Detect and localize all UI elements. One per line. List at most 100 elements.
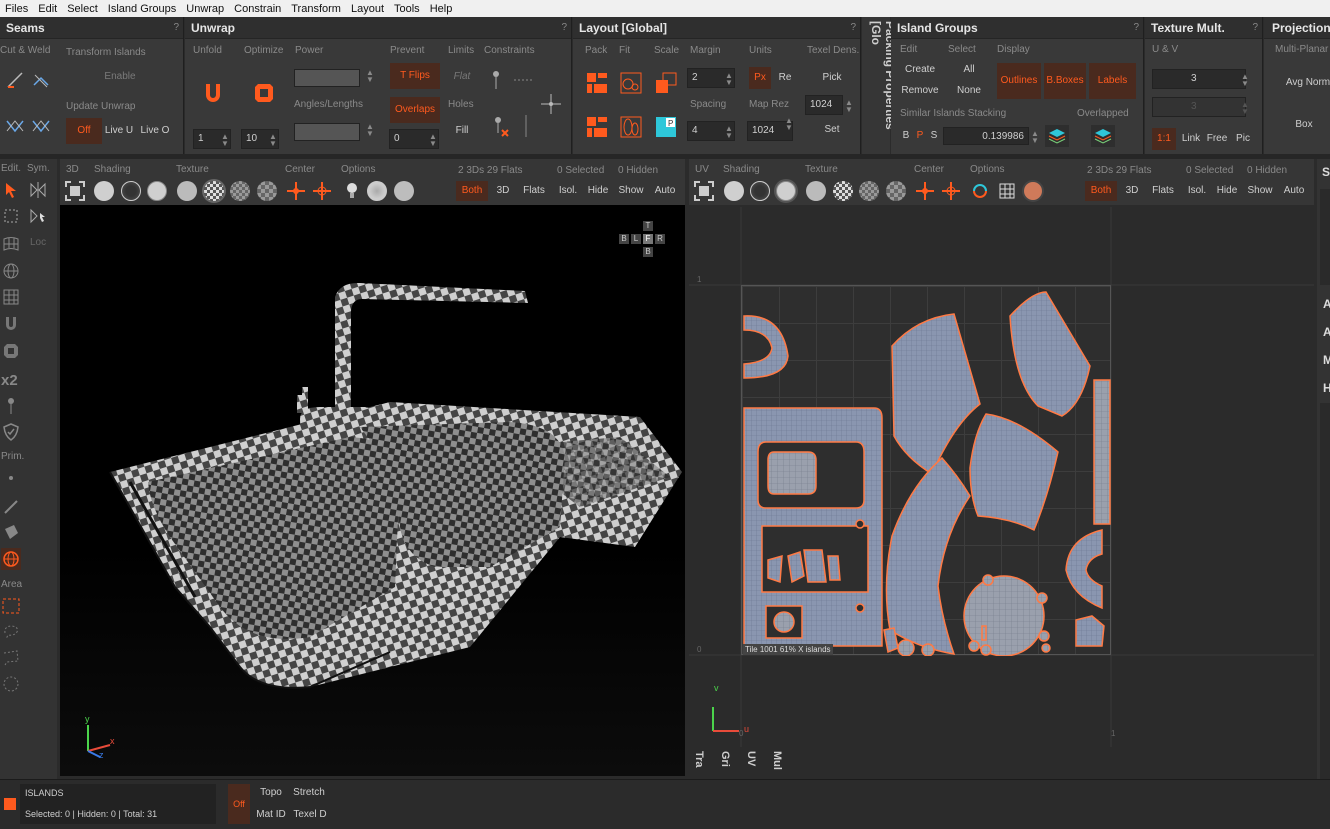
spinner-icon[interactable]: ▲ ▼: [785, 117, 793, 132]
edge-constraint-icon[interactable]: [511, 73, 537, 87]
rect-select-icon[interactable]: [1, 595, 21, 617]
grid-icon[interactable]: [1, 286, 21, 308]
unfold-icon[interactable]: [199, 79, 227, 107]
menu-select[interactable]: Select: [62, 3, 103, 15]
isolate-button[interactable]: Isol.: [556, 181, 580, 201]
view-flats-button[interactable]: Flats: [1149, 181, 1177, 201]
shading-wire-icon[interactable]: [750, 181, 770, 201]
select-all-button[interactable]: All: [949, 60, 989, 80]
fill-button[interactable]: Fill: [445, 121, 479, 141]
live-u-button[interactable]: Live U: [104, 121, 134, 141]
outlines-toggle[interactable]: Outlines: [997, 63, 1041, 99]
menu-transform[interactable]: Transform: [286, 3, 346, 15]
lasso-icon[interactable]: [1, 621, 21, 643]
spinner-icon[interactable]: ▲ ▼: [725, 125, 733, 140]
help-icon[interactable]: ?: [1252, 17, 1258, 39]
view-flats-button[interactable]: Flats: [520, 181, 548, 201]
sphere-grid-icon[interactable]: [1, 260, 21, 282]
topo-button[interactable]: Topo: [256, 786, 286, 800]
help-icon[interactable]: ?: [561, 17, 567, 39]
texel-density-field[interactable]: 1024: [805, 95, 843, 115]
menu-edit[interactable]: Edit: [33, 3, 62, 15]
center-selection-icon[interactable]: [941, 181, 961, 201]
unfold-tool-icon[interactable]: [1, 313, 21, 335]
menu-layout[interactable]: Layout: [346, 3, 389, 15]
options-ball-icon[interactable]: [394, 181, 414, 201]
center-icon[interactable]: [286, 181, 306, 201]
optimize-tool-icon[interactable]: [1, 340, 21, 362]
view-3d-button[interactable]: 3D: [1121, 181, 1143, 201]
overlaps-button[interactable]: Overlaps: [390, 97, 440, 123]
spinner-icon[interactable]: ▲ ▼: [366, 69, 374, 84]
tab-tra[interactable]: Tra: [693, 751, 705, 768]
texture-checker-icon[interactable]: [833, 181, 853, 201]
shield-icon[interactable]: [1, 421, 21, 443]
b-button[interactable]: B: [901, 126, 911, 146]
help-icon[interactable]: ?: [173, 17, 179, 39]
px-units-button[interactable]: Px: [749, 67, 771, 89]
select-arrow-icon[interactable]: [1, 179, 21, 201]
isolate-button[interactable]: Isol.: [1185, 181, 1209, 201]
menu-constrain[interactable]: Constrain: [229, 3, 286, 15]
t-flips-button[interactable]: T Flips: [390, 63, 440, 89]
viewport-3d-canvas[interactable]: T B L F R B y x z: [60, 207, 685, 776]
auto-button[interactable]: Auto: [1279, 181, 1309, 201]
hide-button[interactable]: Hide: [586, 181, 610, 201]
pin-icon[interactable]: [488, 69, 504, 91]
cut-icon[interactable]: [4, 69, 26, 91]
show-button[interactable]: Show: [1245, 181, 1275, 201]
view-3d-button[interactable]: 3D: [492, 181, 514, 201]
background-color-icon[interactable]: [1022, 180, 1044, 202]
uv-islands[interactable]: [742, 286, 1112, 656]
spinner-icon[interactable]: ▲ ▼: [845, 99, 853, 114]
spinner-icon[interactable]: ▲ ▼: [1241, 101, 1249, 116]
tab-uv-settings[interactable]: UV: [745, 751, 757, 766]
weld-icon[interactable]: [30, 69, 52, 91]
sink-model[interactable]: [60, 207, 685, 776]
spinner-icon[interactable]: ▲ ▼: [725, 72, 733, 87]
island-prim-icon[interactable]: [1, 548, 21, 570]
spinner-icon[interactable]: ▲ ▼: [429, 133, 437, 148]
pin-tool-icon[interactable]: [1, 395, 21, 417]
seam-tool2-icon[interactable]: [30, 115, 52, 137]
symmetry-move-icon[interactable]: [28, 205, 48, 227]
polygon-prim-icon[interactable]: [1, 521, 21, 543]
texture-checker2-icon[interactable]: [859, 181, 879, 201]
texture-mult-field[interactable]: 3: [1152, 69, 1246, 89]
help-icon[interactable]: ?: [1133, 17, 1139, 39]
similarity-field[interactable]: 0.139986: [943, 127, 1029, 145]
ratio-1-1-button[interactable]: 1:1: [1152, 128, 1176, 150]
spinner-icon[interactable]: ▲ ▼: [1241, 73, 1249, 88]
pack-icon[interactable]: [585, 71, 609, 95]
texel-density-button[interactable]: Texel D: [292, 808, 328, 822]
shading-wireframe-solid-icon[interactable]: [147, 181, 167, 201]
avg-norm-button[interactable]: Avg Norm: [1278, 73, 1330, 93]
create-group-button[interactable]: Create: [900, 60, 940, 80]
mat-id-button[interactable]: Mat ID: [255, 808, 287, 822]
select-none-button[interactable]: None: [949, 81, 989, 101]
packing-properties-tab[interactable]: Packing Properties [Glo: [862, 17, 897, 154]
shading-wire-icon[interactable]: [121, 181, 141, 201]
flat-button[interactable]: Flat: [445, 67, 479, 87]
help-icon[interactable]: ?: [850, 17, 856, 39]
pack-selected-icon[interactable]: [585, 115, 609, 139]
menu-unwrap[interactable]: Unwrap: [181, 3, 229, 15]
viewport-3d[interactable]: 3D Shading Texture Center Options 2 3Ds …: [60, 159, 685, 776]
spinner-icon[interactable]: ▲ ▼: [366, 123, 374, 138]
sync-icon[interactable]: [969, 181, 991, 201]
point-icon[interactable]: [6, 473, 16, 483]
symmetry-icon[interactable]: [28, 179, 48, 201]
menu-files[interactable]: Files: [0, 3, 33, 15]
seam-tool-icon[interactable]: [4, 115, 26, 137]
re-units-button[interactable]: Re: [775, 68, 795, 88]
circle-select-icon[interactable]: [1, 673, 21, 695]
transform-icon[interactable]: [1, 205, 21, 227]
stack-overlapped-icon[interactable]: [1091, 125, 1115, 147]
labels-toggle[interactable]: Labels: [1089, 63, 1136, 99]
menu-tools[interactable]: Tools: [389, 3, 425, 15]
unpin-icon[interactable]: [491, 115, 511, 139]
hide-button[interactable]: Hide: [1215, 181, 1239, 201]
fit-icon[interactable]: [619, 71, 643, 95]
s-button[interactable]: S: [929, 126, 939, 146]
spinner-icon[interactable]: ▲ ▼: [1031, 130, 1039, 145]
